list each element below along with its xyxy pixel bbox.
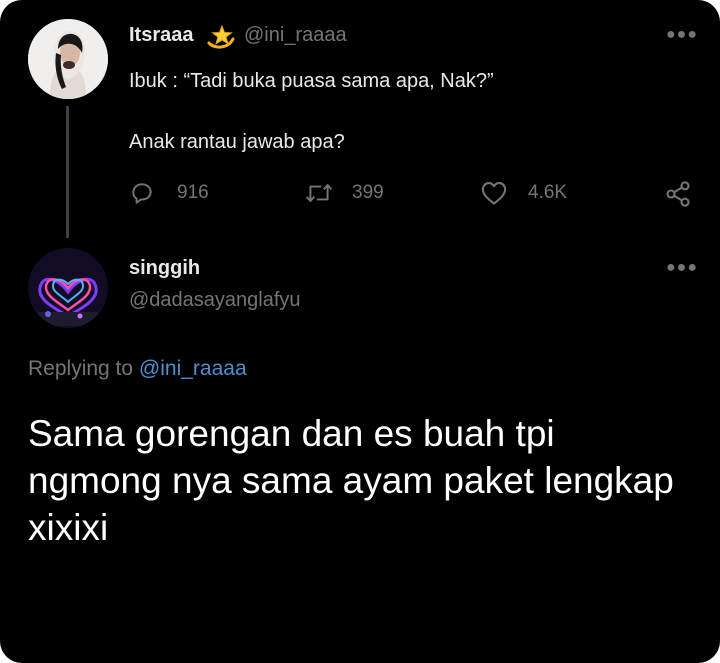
- tweet-text-line1: Ibuk : “Tadi buka puasa sama apa, Nak?”: [129, 70, 494, 92]
- dizzy-star-emoji-icon: [206, 23, 236, 54]
- heart-icon: [480, 180, 508, 206]
- reply-action[interactable]: 916: [129, 180, 209, 206]
- avatar-singgih[interactable]: [28, 248, 108, 328]
- reply-author-handle[interactable]: @dadasayanglafyu: [129, 289, 301, 312]
- tweet-author-name[interactable]: Itsraaa: [129, 24, 194, 47]
- avatar-itsraaa[interactable]: [28, 19, 108, 99]
- replying-to-label: Replying to: [28, 357, 134, 380]
- reply-text: Sama gorengan dan es buah tpi ngmong nya…: [28, 413, 674, 548]
- tweet-text-line2: Anak rantau jawab apa?: [129, 131, 345, 153]
- retweet-icon: [304, 180, 334, 206]
- share-action[interactable]: [664, 180, 692, 208]
- like-action[interactable]: 4.6K: [480, 180, 567, 206]
- replying-to-line: Replying to @ini_raaaa: [28, 357, 247, 381]
- like-count: 4.6K: [528, 182, 568, 203]
- reply-author-name[interactable]: singgih: [129, 257, 200, 280]
- share-icon: [664, 180, 692, 208]
- tweet-author-handle[interactable]: @ini_raaaa: [244, 24, 347, 47]
- more-dots-icon[interactable]: ●●●: [666, 26, 698, 44]
- replying-to-mention[interactable]: @ini_raaaa: [139, 357, 247, 380]
- reply-count: 916: [177, 182, 209, 203]
- retweet-count: 399: [352, 182, 384, 203]
- more-dots-icon[interactable]: ●●●: [666, 259, 698, 277]
- tweet-card: Itsraaa @ini_raaaa ●●● Ibuk : “Tadi buka…: [0, 0, 720, 663]
- retweet-action[interactable]: 399: [304, 180, 384, 206]
- thread-connector-line: [66, 106, 69, 238]
- reply-bubble-icon: [129, 180, 155, 206]
